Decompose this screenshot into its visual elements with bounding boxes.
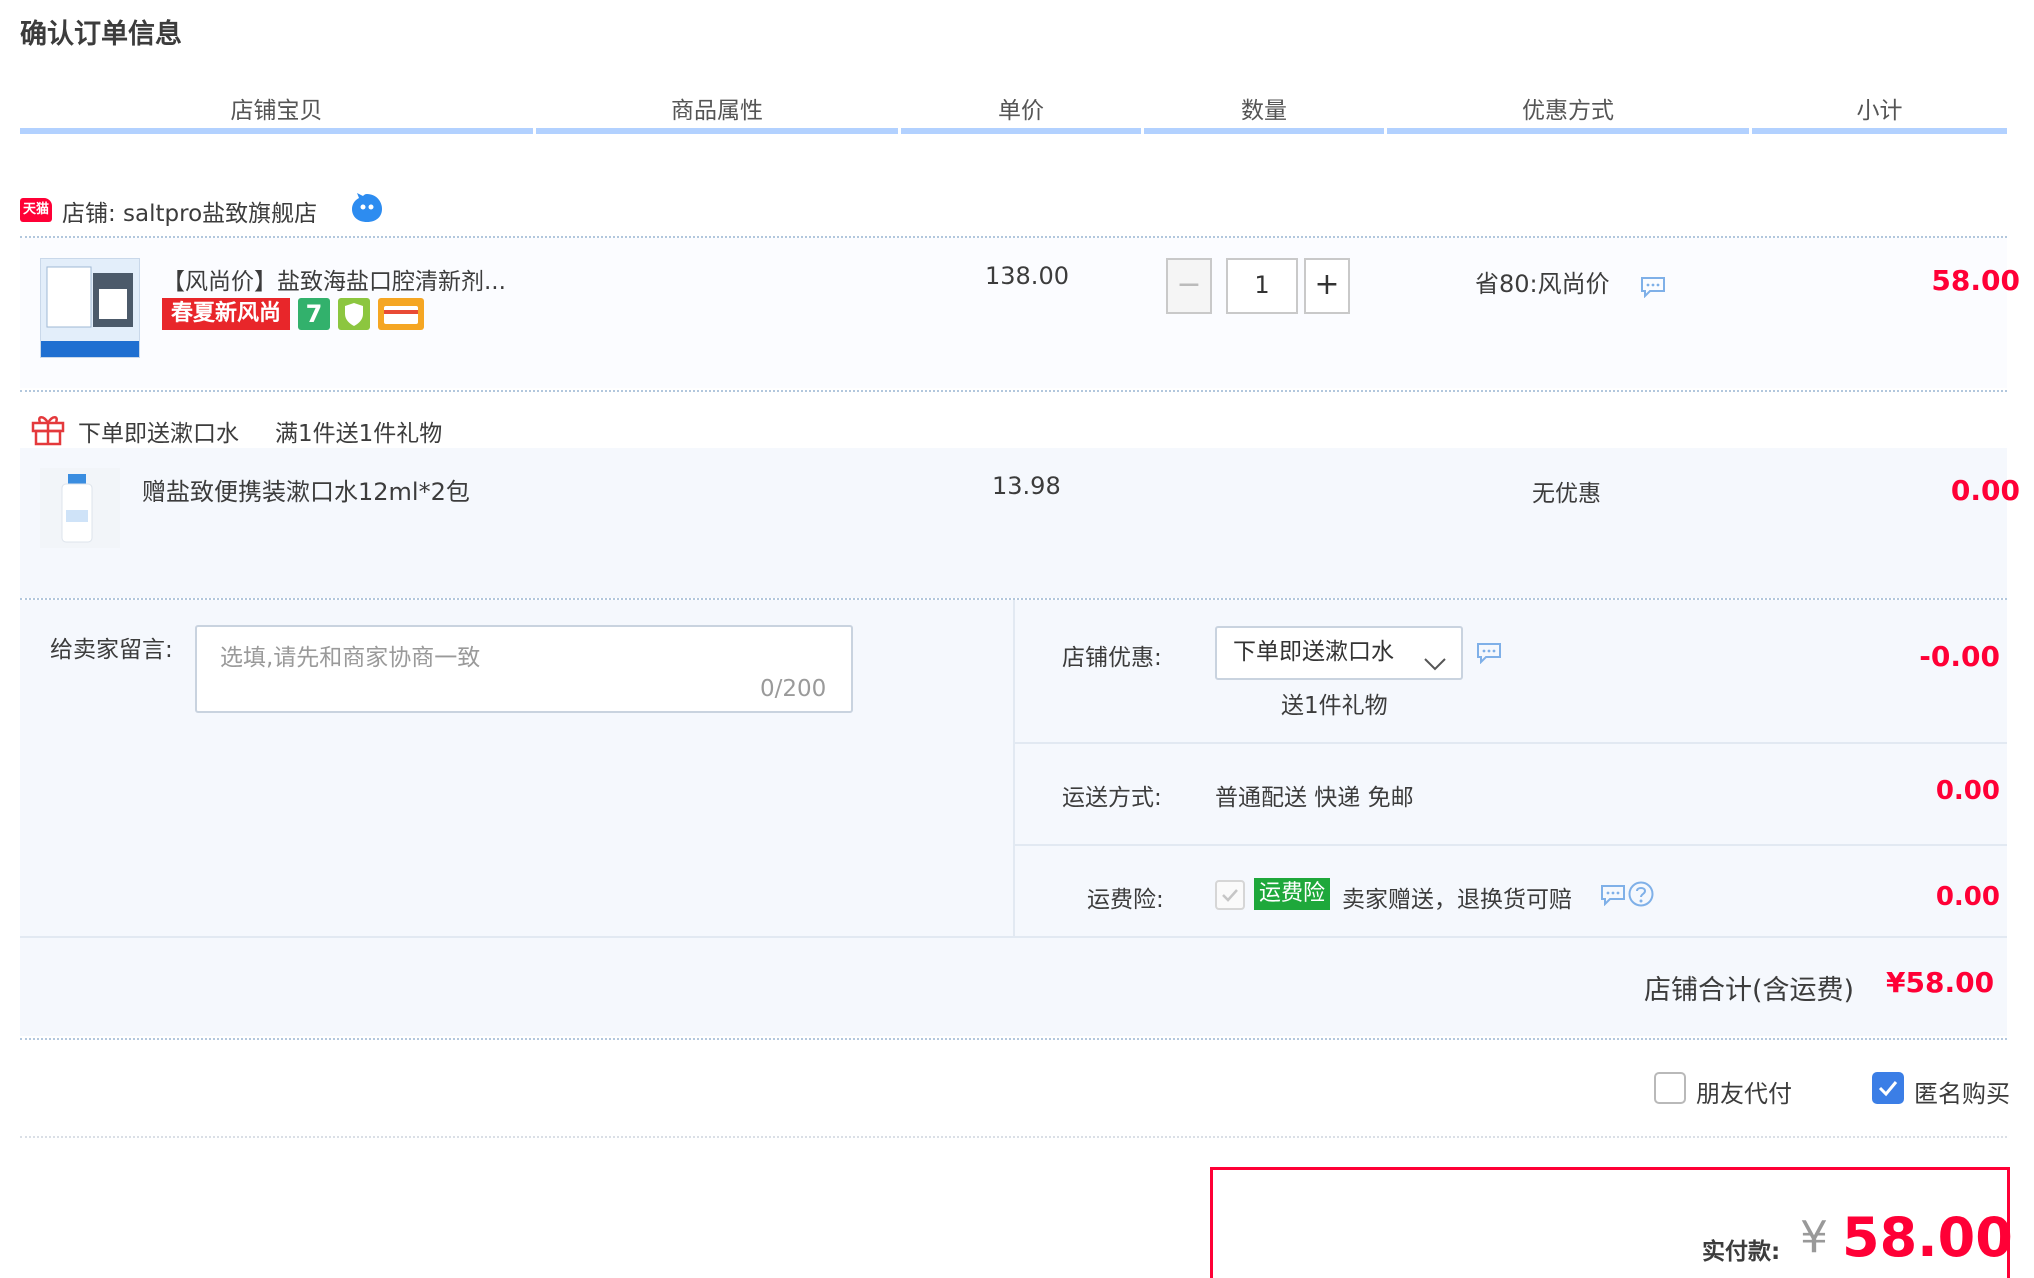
coupon-value: -0.00 — [1919, 640, 2000, 673]
remark-char-count: 0/200 — [760, 676, 827, 702]
seven-day-return-icon: 7 — [298, 298, 330, 330]
insurance-message-icon[interactable] — [1600, 884, 1626, 907]
total-top-divider — [20, 936, 2007, 938]
coupon-message-icon[interactable] — [1476, 642, 1502, 665]
gift-discount: 无优惠 — [1532, 481, 1601, 507]
total-divider — [20, 1038, 2007, 1040]
shop-name-link[interactable]: 店铺: saltpro盐致旗舰店 — [62, 194, 317, 228]
shipping-amount: 0.00 — [1935, 776, 2000, 806]
credit-card-icon — [378, 298, 424, 330]
product-title-link[interactable]: 【风尚价】盐致海盐口腔清新剂... — [162, 262, 506, 296]
spring-summer-badge: 春夏新风尚 — [162, 298, 290, 330]
quantity-decrease-button[interactable]: − — [1166, 258, 1212, 314]
insurance-checkbox[interactable] — [1215, 880, 1245, 910]
page-title: 确认订单信息 — [20, 19, 182, 50]
product-badges: 春夏新风尚 7 — [162, 298, 424, 332]
coupon-subtext: 送1件礼物 — [1281, 693, 1388, 719]
remark-label: 给卖家留言: — [50, 637, 173, 663]
insurance-description: 卖家赠送，退换货可赔 — [1342, 887, 1572, 913]
shop-total-label: 店铺合计(含运费) — [1644, 975, 1855, 1006]
seller-remark-placeholder: 选填,请先和商家协商一致 — [220, 645, 481, 671]
column-header-subtotal: 小计 — [1752, 94, 2007, 134]
tmall-icon: 天猫 — [20, 198, 52, 222]
guarantee-shield-icon — [338, 298, 370, 330]
gift-promo-label: 下单即送漱口水 — [78, 421, 239, 447]
column-header-discount: 优惠方式 — [1387, 94, 1749, 134]
payment-currency: ¥ — [1800, 1212, 1828, 1263]
message-icon[interactable] — [1640, 276, 1666, 299]
shop-coupon-select[interactable]: 下单即送漱口水 — [1215, 626, 1463, 680]
quantity-input[interactable]: 1 — [1226, 258, 1298, 314]
shipping-label: 运送方式: — [1062, 785, 1162, 811]
column-header-quantity: 数量 — [1144, 94, 1384, 134]
shop-total-value: ¥58.00 — [1886, 966, 1995, 999]
chevron-down-icon — [1423, 642, 1447, 690]
shop-coupon-selected-value: 下单即送漱口水 — [1233, 639, 1394, 665]
gift-icon — [30, 412, 66, 446]
gift-promo-rule: 满1件送1件礼物 — [275, 421, 443, 447]
shipping-method: 普通配送 快递 免邮 — [1215, 785, 1414, 811]
help-icon[interactable] — [1627, 880, 1655, 908]
insurance-label: 运费险: — [1087, 887, 1164, 913]
shipping-divider — [1015, 844, 2007, 846]
product-unit-price: 138.00 — [985, 262, 1069, 290]
gift-unit-price: 13.98 — [992, 472, 1061, 500]
product-thumbnail[interactable] — [40, 258, 140, 358]
column-header-attributes: 商品属性 — [536, 94, 898, 134]
insurance-badge: 运费险 — [1254, 878, 1330, 910]
friend-pay-checkbox[interactable] — [1654, 1072, 1686, 1104]
column-header-unit-price: 单价 — [901, 94, 1141, 134]
column-header-item: 店铺宝贝 — [20, 94, 533, 134]
coupon-divider — [1015, 742, 2007, 744]
anonymous-purchase-checkbox[interactable] — [1872, 1072, 1904, 1104]
coupon-label: 店铺优惠: — [1062, 645, 1162, 671]
payment-label: 实付款: — [1702, 1239, 1781, 1265]
gift-title: 赠盐致便携装漱口水12ml*2包 — [142, 478, 470, 506]
gift-subtotal: 0.00 — [1950, 474, 2020, 507]
wangwang-chat-icon[interactable] — [350, 192, 384, 224]
quantity-increase-button[interactable]: + — [1304, 258, 1350, 314]
payment-amount: 58.00 — [1842, 1206, 2013, 1269]
product-subtotal: 58.00 — [1931, 264, 2020, 297]
details-vertical-divider — [1013, 600, 1015, 938]
options-divider — [20, 1136, 2007, 1138]
insurance-amount: 0.00 — [1935, 882, 2000, 912]
anonymous-purchase-label[interactable]: 匿名购买 — [1914, 1074, 2010, 1109]
gift-thumbnail[interactable] — [40, 468, 120, 548]
product-divider — [20, 390, 2007, 392]
friend-pay-label[interactable]: 朋友代付 — [1696, 1074, 1792, 1109]
product-discount: 省80:风尚价 — [1475, 270, 1610, 298]
gift-row — [20, 448, 2007, 598]
